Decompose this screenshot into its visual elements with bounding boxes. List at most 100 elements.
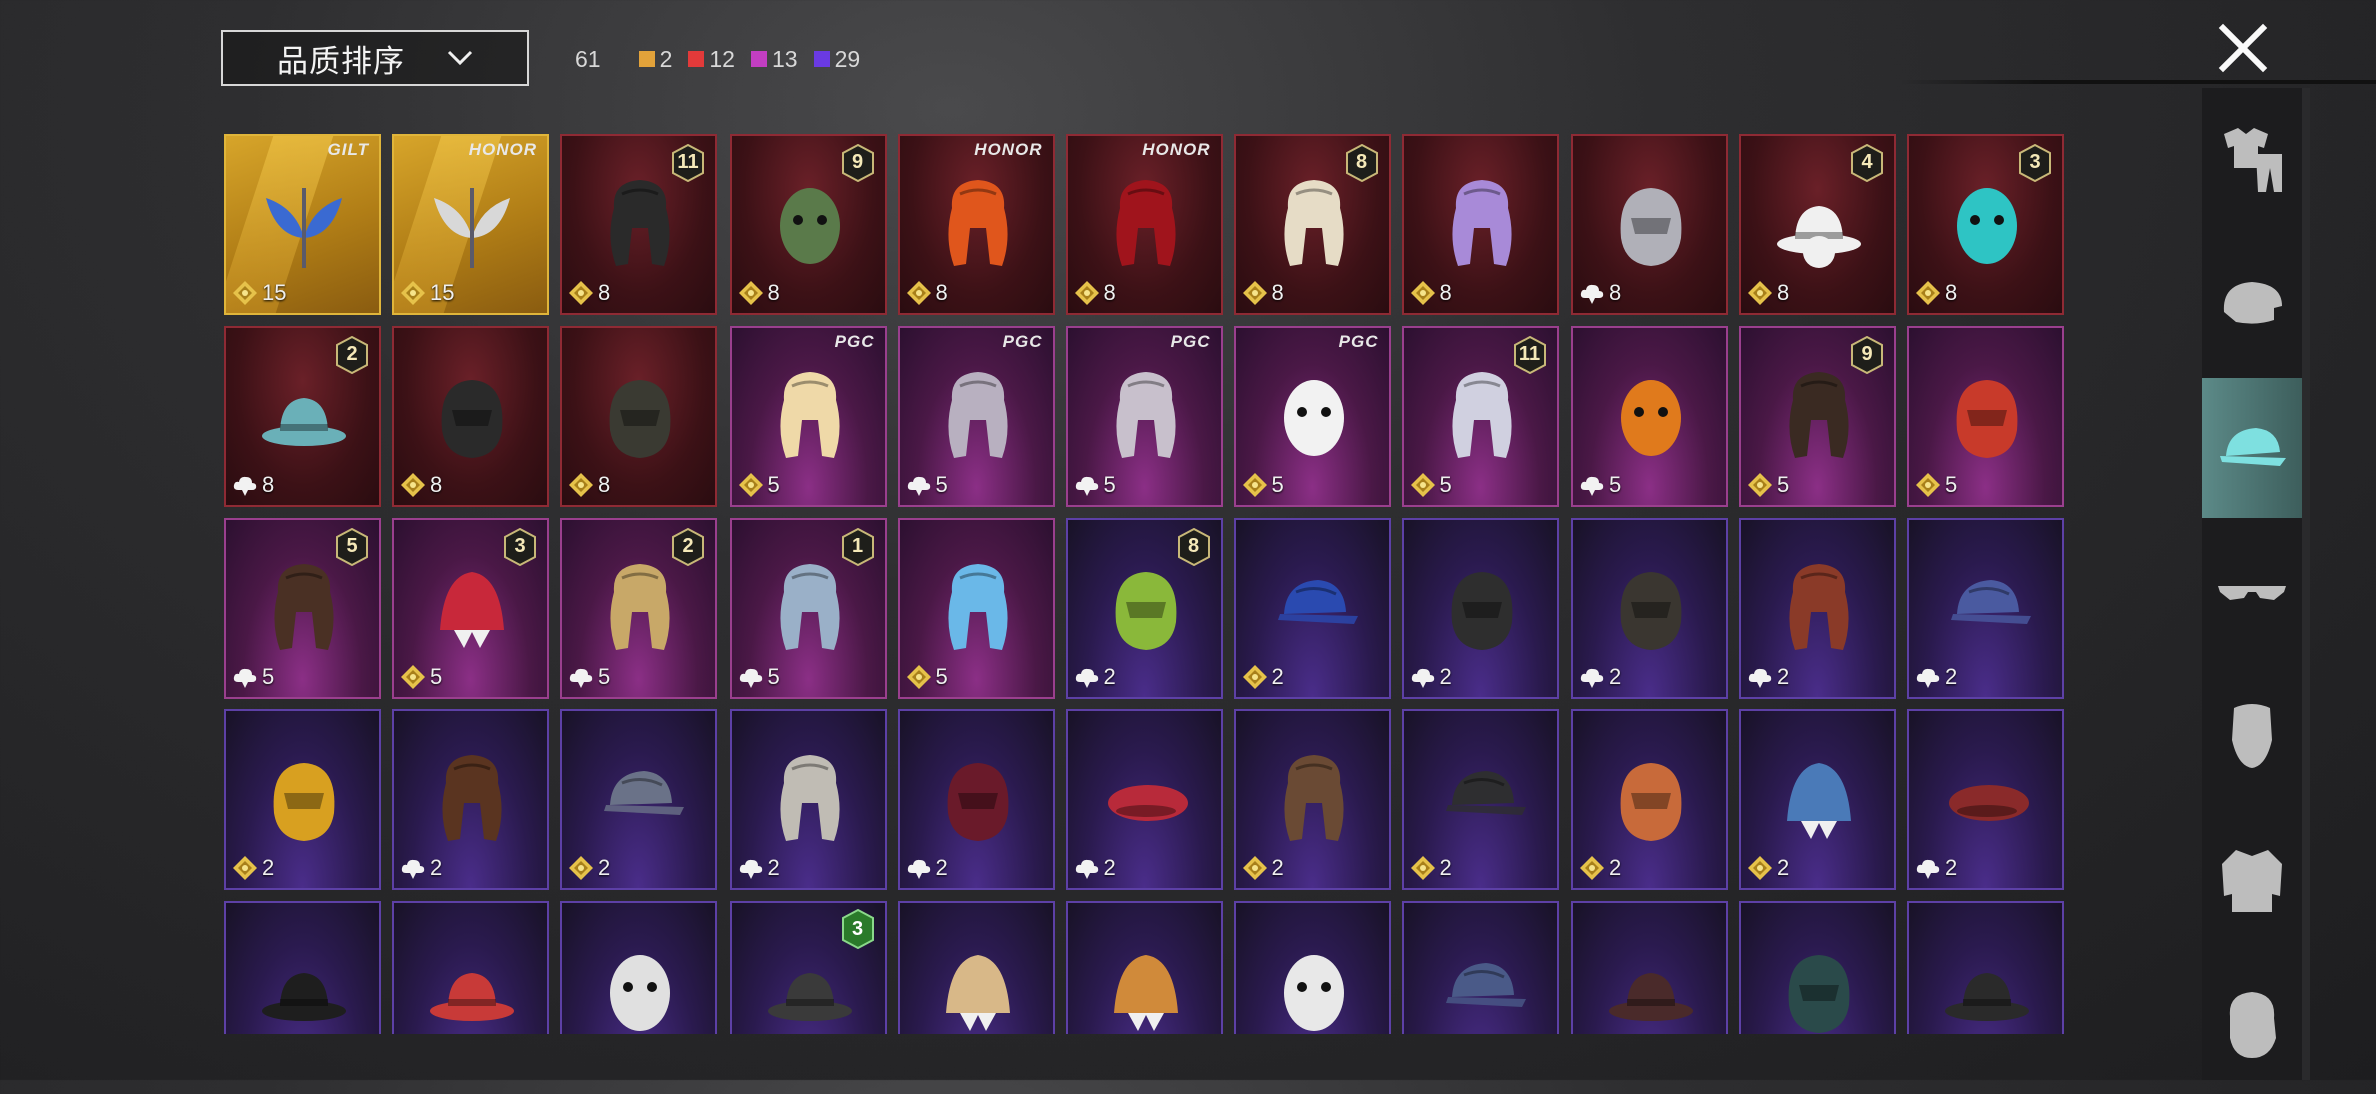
red-hair-icon bbox=[1115, 180, 1176, 266]
item-cost: 8 bbox=[1103, 280, 1116, 305]
item-card[interactable]: PGC 5 bbox=[729, 326, 887, 507]
item-card[interactable] bbox=[224, 900, 381, 1034]
item-card[interactable]: PGC 5 bbox=[1233, 326, 1391, 507]
item-price: 5 bbox=[738, 663, 780, 691]
item-card[interactable]: HONOR 15 bbox=[392, 134, 549, 315]
item-card[interactable]: 28 bbox=[224, 326, 381, 507]
item-price: 2 bbox=[906, 854, 948, 882]
item-card[interactable]: 35 bbox=[392, 518, 549, 699]
item-card[interactable]: 2 bbox=[1739, 518, 1896, 699]
category-tab-outfit[interactable] bbox=[2202, 90, 2302, 230]
item-card[interactable]: 2 bbox=[1907, 518, 2064, 699]
item-card[interactable]: PGC 5 bbox=[1065, 326, 1223, 507]
item-card[interactable]: 2 bbox=[1401, 708, 1559, 890]
grey-fedora-icon bbox=[767, 972, 852, 1021]
category-tab-helmet[interactable] bbox=[2202, 234, 2302, 374]
item-card[interactable]: 8 bbox=[1571, 134, 1728, 315]
quality-swatch bbox=[813, 51, 830, 67]
item-card[interactable]: 2 bbox=[392, 708, 549, 890]
item-cost: 8 bbox=[1439, 280, 1452, 305]
level-badge-number: 5 bbox=[346, 535, 358, 557]
item-card[interactable]: 2 bbox=[1571, 708, 1728, 890]
item-card[interactable]: 55 bbox=[224, 518, 381, 699]
level-badge-number: 8 bbox=[1187, 535, 1200, 557]
item-card[interactable]: 11 5 bbox=[1401, 326, 1559, 507]
gem-coin-icon bbox=[738, 473, 763, 497]
item-card[interactable]: 2 bbox=[1065, 708, 1223, 890]
maroon-beret-icon bbox=[1949, 784, 2029, 821]
item-card[interactable]: 5 bbox=[1571, 326, 1728, 507]
item-card[interactable] bbox=[1907, 900, 2064, 1034]
item-card[interactable]: 82 bbox=[1065, 518, 1223, 699]
item-price: 8 bbox=[1074, 279, 1116, 307]
item-card[interactable] bbox=[1233, 900, 1391, 1034]
alien-antenna-icon bbox=[947, 564, 1008, 650]
item-card[interactable]: 8 bbox=[1401, 134, 1559, 315]
item-card[interactable]: GILT 15 bbox=[224, 134, 381, 315]
category-tab-mask[interactable] bbox=[2202, 666, 2302, 806]
category-tab-head[interactable] bbox=[2202, 954, 2302, 1094]
item-card[interactable] bbox=[392, 900, 549, 1034]
item-card[interactable]: 5 bbox=[1907, 326, 2064, 507]
item-card[interactable]: 2 bbox=[897, 708, 1055, 890]
pilot-cap-goggles-icon bbox=[1283, 754, 1344, 841]
item-card[interactable] bbox=[897, 900, 1055, 1034]
close-icon[interactable] bbox=[2213, 18, 2273, 78]
quality-swatch bbox=[688, 51, 705, 67]
item-card[interactable]: 2 bbox=[729, 708, 887, 890]
category-tab-jacket[interactable] bbox=[2202, 810, 2302, 950]
gem-coin-icon bbox=[233, 281, 257, 305]
item-card[interactable]: 2 bbox=[560, 708, 717, 890]
item-card[interactable]: 25 bbox=[560, 518, 717, 699]
item-card[interactable] bbox=[1571, 900, 1728, 1034]
item-card[interactable]: 2 bbox=[1233, 708, 1391, 890]
item-card[interactable]: HONOR 8 bbox=[1065, 134, 1223, 315]
item-card[interactable]: 98 bbox=[729, 134, 887, 315]
item-card[interactable]: 2 bbox=[1233, 518, 1391, 699]
item-card[interactable]: 3 bbox=[729, 900, 887, 1034]
item-card[interactable]: 2 bbox=[1401, 518, 1559, 699]
item-cost: 2 bbox=[1945, 664, 1958, 689]
item-cost: 5 bbox=[1103, 472, 1116, 497]
item-card[interactable]: 48 bbox=[1739, 134, 1896, 315]
item-card[interactable]: 38 bbox=[1907, 134, 2064, 315]
quality-counts: 61 2 12 13 29 bbox=[575, 44, 876, 74]
item-price: 5 bbox=[906, 663, 948, 691]
item-card[interactable]: 2 bbox=[1739, 708, 1896, 890]
item-card[interactable]: 11 8 bbox=[560, 134, 717, 315]
item-card[interactable]: 95 bbox=[1739, 326, 1896, 507]
item-card[interactable]: 8 bbox=[560, 326, 717, 507]
category-tab-glasses[interactable] bbox=[2202, 522, 2302, 662]
gem-coin-icon bbox=[1916, 473, 1940, 497]
baseball-cap-icon bbox=[1277, 580, 1358, 624]
bucket-hat-icon bbox=[1945, 972, 2029, 1021]
item-card[interactable]: 5 bbox=[897, 518, 1055, 699]
item-card[interactable]: 2 bbox=[1571, 518, 1728, 699]
item-card[interactable] bbox=[560, 900, 717, 1034]
grey-beanie-hair-icon bbox=[610, 564, 670, 650]
grey-cap-icon bbox=[604, 770, 684, 815]
item-card[interactable]: 88 bbox=[1233, 134, 1391, 315]
item-card[interactable] bbox=[1739, 900, 1896, 1034]
head-icon bbox=[2229, 992, 2276, 1058]
item-card[interactable]: HONOR 8 bbox=[897, 134, 1055, 315]
item-card[interactable] bbox=[1065, 900, 1223, 1034]
item-card[interactable] bbox=[1401, 900, 1559, 1034]
item-card[interactable]: 2 bbox=[224, 708, 381, 890]
item-cost: 2 bbox=[1609, 854, 1622, 880]
item-card[interactable]: PGC 5 bbox=[897, 326, 1055, 507]
item-cost: 2 bbox=[935, 854, 948, 880]
item-card[interactable]: 8 bbox=[392, 326, 549, 507]
category-tab-hat[interactable] bbox=[2202, 378, 2302, 518]
gem-coin-icon bbox=[1242, 473, 1267, 497]
face-mask-icon bbox=[2232, 704, 2272, 768]
item-cost: 2 bbox=[1945, 854, 1958, 880]
item-card[interactable]: 15 bbox=[729, 518, 887, 699]
item-cost: 8 bbox=[598, 472, 611, 497]
item-card[interactable]: 2 bbox=[1907, 708, 2064, 890]
item-cost: 15 bbox=[262, 280, 287, 305]
gem-coin-icon bbox=[569, 473, 593, 497]
item-cost: 5 bbox=[1777, 472, 1790, 497]
sort-dropdown[interactable]: 品质排序 bbox=[221, 30, 529, 86]
cloud-coupon-icon bbox=[1916, 668, 1940, 688]
